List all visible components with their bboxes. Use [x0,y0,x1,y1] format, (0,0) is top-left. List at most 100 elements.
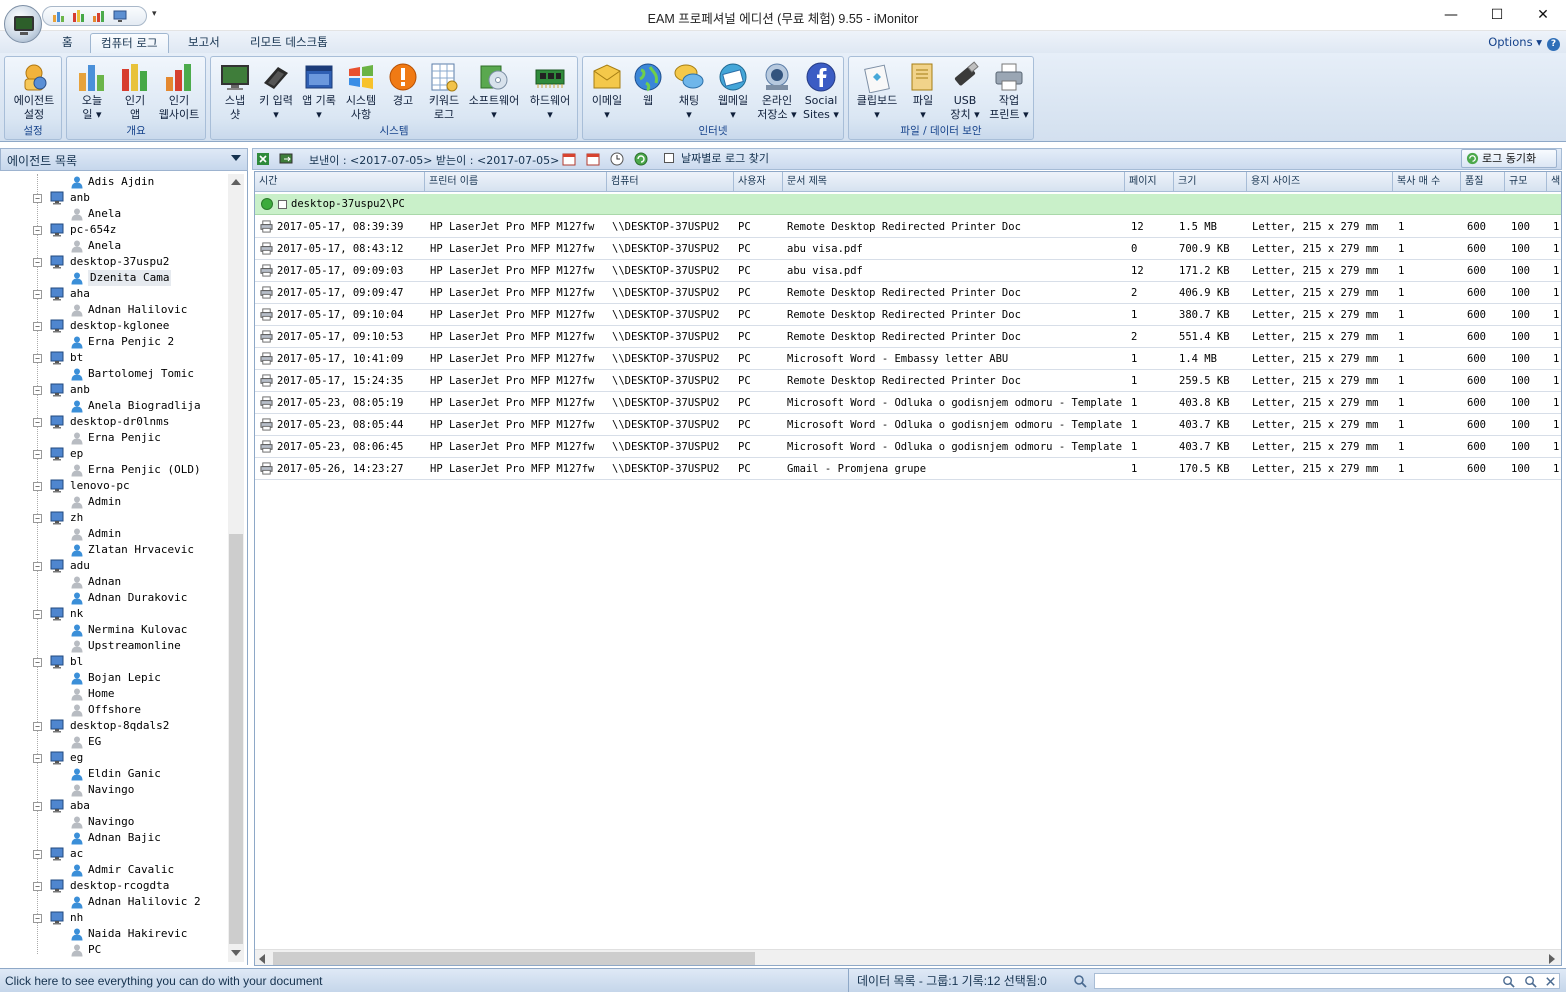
calendar-to-icon[interactable] [586,152,600,166]
web-button[interactable]: 웹 [629,59,667,125]
tree-computer-node[interactable]: − anb [0,190,228,206]
tab-remote-desktop[interactable]: 리모트 데스크톱 [240,33,338,53]
tab-computer-log[interactable]: 컴퓨터 로그 [90,33,169,53]
chat-button[interactable]: 채팅 ▾ [669,59,709,125]
tree-computer-node[interactable]: − aba [0,798,228,814]
tree-computer-node[interactable]: − ep [0,446,228,462]
group-expand-icon[interactable] [261,198,273,210]
tree-computer-node[interactable]: − aha [0,286,228,302]
group-row[interactable]: desktop-37uspu2\PC [255,194,1561,215]
scrollbar-thumb[interactable] [229,534,243,944]
tree-computer-node[interactable]: − pc-654z [0,222,228,238]
table-row[interactable]: 2017-05-17, 10:41:09 HP LaserJet Pro MFP … [255,348,1561,370]
zoom-in-icon[interactable] [1524,975,1537,988]
tree-user-node[interactable]: EG [0,734,228,750]
tree-user-node[interactable]: Erna Penjic 2 [0,334,228,350]
column-header[interactable]: 품질 [1461,172,1505,192]
column-header[interactable]: 사용자 [734,172,783,192]
tree-user-node[interactable]: Offshore [0,702,228,718]
tree-computer-node[interactable]: − zh [0,510,228,526]
maximize-button[interactable]: ☐ [1474,3,1520,27]
tree-computer-node[interactable]: − desktop-kglonee [0,318,228,334]
table-row[interactable]: 2017-05-17, 09:10:04 HP LaserJet Pro MFP … [255,304,1561,326]
snapshot-button[interactable]: 스냅 샷 [215,59,255,125]
minimize-button[interactable]: — [1428,3,1474,27]
file-button[interactable]: 파일 ▾ [903,59,943,125]
tree-user-node[interactable]: Adis Ajdin [0,174,228,190]
email-button[interactable]: 이메일 ▾ [587,59,627,125]
online-storage-button[interactable]: 온라인 저장소 ▾ [755,59,799,125]
hardware-button[interactable]: 하드웨어 ▾ [525,59,575,125]
table-row[interactable]: 2017-05-17, 08:39:39 HP LaserJet Pro MFP … [255,216,1561,238]
tree-user-node[interactable]: Naida Hakirevic [0,926,228,942]
alert-button[interactable]: 경고 [383,59,423,125]
tree-user-node[interactable]: Admin [0,494,228,510]
tree-user-node[interactable]: Erna Penjic (OLD) [0,462,228,478]
options-menu[interactable]: Options ▾? [1488,35,1560,51]
tree-user-node[interactable]: Erna Penjic [0,430,228,446]
keyword-log-button[interactable]: 키워드 로그 [423,59,465,125]
tree-collapse-icon[interactable]: − [33,450,42,459]
tree-user-node[interactable]: Anela [0,238,228,254]
table-row[interactable]: 2017-05-17, 15:24:35 HP LaserJet Pro MFP … [255,370,1561,392]
tree-computer-node[interactable]: − nk [0,606,228,622]
tree-user-node[interactable]: Admir Cavalic [0,862,228,878]
social-sites-button[interactable]: Social Sites ▾ [799,59,843,125]
tab-reports[interactable]: 보고서 [178,33,230,53]
tree-computer-node[interactable]: − lenovo-pc [0,478,228,494]
tree-user-node[interactable]: Navingo [0,814,228,830]
tree-collapse-icon[interactable]: − [33,514,42,523]
clear-search-icon[interactable] [1544,975,1557,988]
table-row[interactable]: 2017-05-17, 09:10:53 HP LaserJet Pro MFP … [255,326,1561,348]
tree-computer-node[interactable]: − eg [0,750,228,766]
table-row[interactable]: 2017-05-17, 08:43:12 HP LaserJet Pro MFP … [255,238,1561,260]
tree-collapse-icon[interactable]: − [33,754,42,763]
tree-computer-node[interactable]: − anb [0,382,228,398]
keystrokes-button[interactable]: 키 입력 ▾ [255,59,297,125]
scroll-left-icon[interactable] [259,954,265,964]
scrollbar-thumb[interactable] [273,952,755,965]
clock-icon[interactable] [610,152,624,166]
tree-user-node[interactable]: Dzenita Cama [0,270,228,286]
print-job-button[interactable]: 작업 프린트 ▾ [987,59,1031,125]
tree-user-node[interactable]: Zlatan Hrvacevic [0,542,228,558]
tree-collapse-icon[interactable]: − [33,802,42,811]
scroll-right-icon[interactable] [1549,954,1555,964]
help-icon[interactable]: ? [1547,38,1560,51]
column-header[interactable]: 컴퓨터 [607,172,734,192]
tree-user-node[interactable]: Anela Biogradlija [0,398,228,414]
search-icon[interactable] [1073,974,1087,988]
column-header[interactable]: 복사 매 수 [1393,172,1461,192]
tree-collapse-icon[interactable]: − [33,562,42,571]
column-header[interactable]: 규모 [1505,172,1547,192]
agent-tree-scrollbar[interactable] [228,174,244,962]
tree-computer-node[interactable]: − ac [0,846,228,862]
tab-home[interactable]: 홈 [52,33,83,53]
tree-user-node[interactable]: Anela [0,206,228,222]
tree-user-node[interactable]: PC [0,942,228,958]
scroll-up-icon[interactable] [231,179,241,185]
column-header[interactable]: 프린터 이름 [425,172,607,192]
find-by-date-checkbox[interactable] [664,153,674,163]
popular-apps-button[interactable]: 인기 앱 [115,59,155,125]
export-excel-icon[interactable] [256,152,270,166]
tree-computer-node[interactable]: − nh [0,910,228,926]
tree-user-node[interactable]: Admin [0,526,228,542]
tree-collapse-icon[interactable]: − [33,850,42,859]
usb-device-button[interactable]: USB 장치 ▾ [945,59,985,125]
tree-computer-node[interactable]: − desktop-8qdals2 [0,718,228,734]
dropdown-arrow-icon[interactable] [231,155,241,161]
tree-collapse-icon[interactable]: − [33,418,42,427]
agent-list-header[interactable]: 에이전트 목록 [0,148,248,171]
app-record-button[interactable]: 앱 기록 ▾ [297,59,341,125]
tree-computer-node[interactable]: − desktop-dr0lnms [0,414,228,430]
tree-user-node[interactable]: Navingo [0,782,228,798]
table-row[interactable]: 2017-05-26, 14:23:27 HP LaserJet Pro MFP … [255,458,1561,480]
webmail-button[interactable]: 웹메일 ▾ [711,59,755,125]
tree-collapse-icon[interactable]: − [33,722,42,731]
status-search-input[interactable] [1094,973,1560,989]
date-range-label[interactable]: 보낸이 : <2017-07-05> 받는이 : <2017-07-05> [309,152,559,168]
popular-websites-button[interactable]: 인기 웹사이트 [155,59,203,125]
column-header[interactable]: 용지 사이즈 [1247,172,1393,192]
table-row[interactable]: 2017-05-17, 09:09:47 HP LaserJet Pro MFP … [255,282,1561,304]
